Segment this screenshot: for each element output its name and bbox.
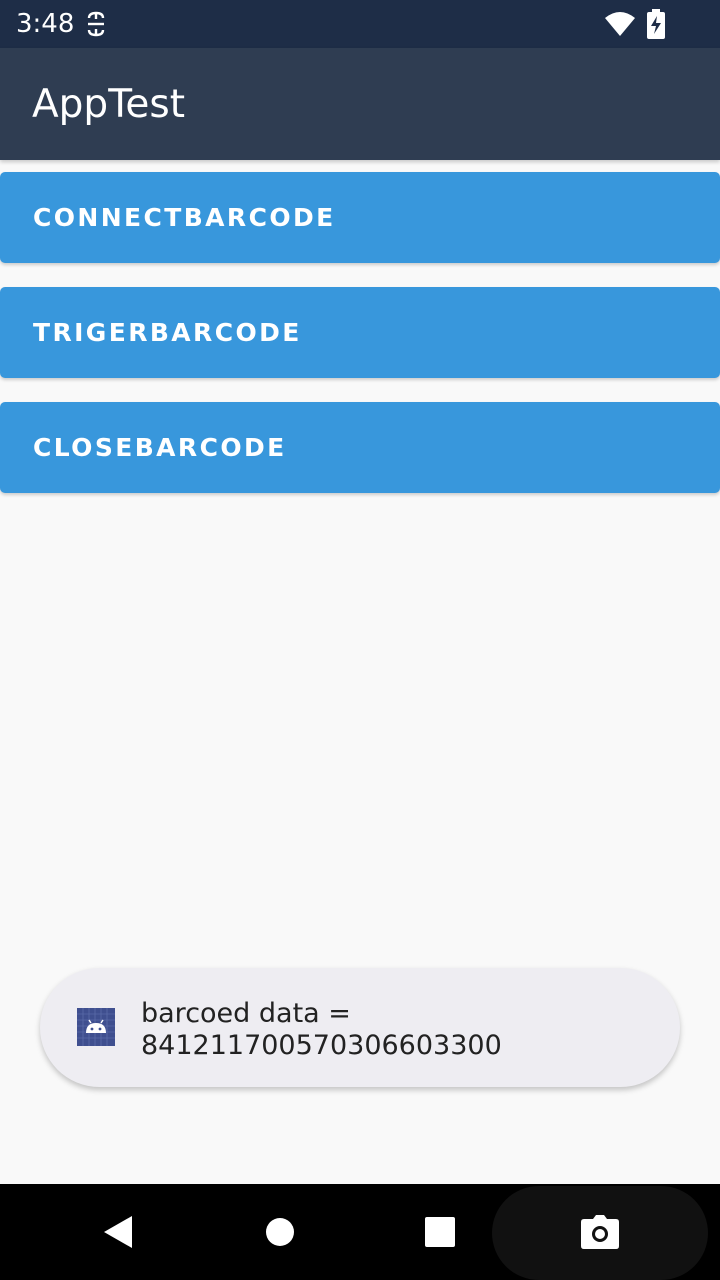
toast-line-1: barcoed data = [141, 998, 351, 1029]
status-bar: 3:48 [0, 0, 720, 48]
back-icon[interactable] [100, 1214, 136, 1250]
close-barcode-button[interactable]: CLOSEBARCODE [0, 402, 720, 493]
trigger-barcode-button[interactable]: TRIGERBARCODE [0, 287, 720, 378]
connect-barcode-button[interactable]: CONNECTBARCODE [0, 172, 720, 263]
status-time: 3:48 [16, 9, 75, 39]
camera-icon [581, 1215, 619, 1249]
battery-charging-icon [647, 9, 665, 39]
android-app-icon [77, 1008, 115, 1046]
home-icon[interactable] [264, 1216, 296, 1248]
recents-icon[interactable] [424, 1217, 456, 1247]
toast-line-2: 841211700570306603300 [141, 1030, 502, 1061]
screenshot-camera-button[interactable] [492, 1186, 708, 1280]
app-bar: AppTest [0, 48, 720, 160]
wifi-icon [605, 12, 635, 36]
app-title: AppTest [32, 82, 185, 127]
toast-text: barcoed data = 841211700570306603300 [141, 998, 641, 1062]
app-notification-icon [87, 11, 105, 37]
toast-message: barcoed data = 841211700570306603300 [40, 968, 680, 1087]
